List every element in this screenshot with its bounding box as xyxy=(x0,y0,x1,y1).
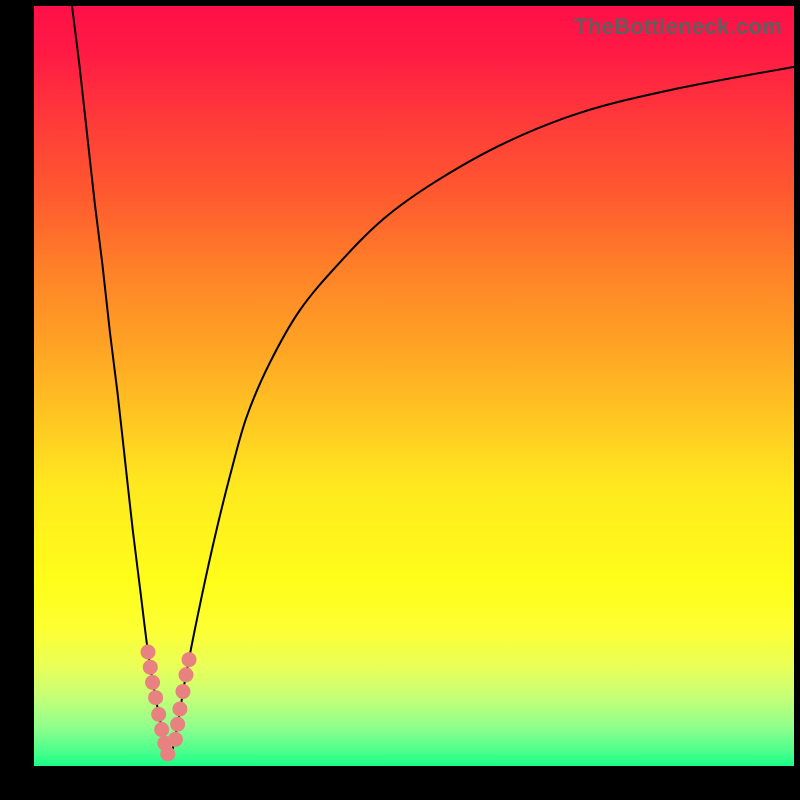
marker-group xyxy=(141,645,197,762)
right-curve xyxy=(171,67,794,759)
data-marker xyxy=(151,707,166,722)
data-marker xyxy=(170,717,185,732)
data-marker xyxy=(182,652,197,667)
plot-area: TheBottleneck.com xyxy=(34,6,794,766)
chart-svg xyxy=(34,6,794,766)
data-marker xyxy=(154,722,169,737)
data-marker xyxy=(179,667,194,682)
data-marker xyxy=(168,732,183,747)
data-marker xyxy=(143,660,158,675)
data-marker xyxy=(175,684,190,699)
data-marker xyxy=(172,702,187,717)
data-marker xyxy=(141,645,156,660)
data-marker xyxy=(145,675,160,690)
data-marker xyxy=(160,746,175,761)
left-curve xyxy=(72,6,167,758)
data-marker xyxy=(148,690,163,705)
chart-container: TheBottleneck.com xyxy=(0,0,800,800)
attribution-label: TheBottleneck.com xyxy=(574,14,782,40)
